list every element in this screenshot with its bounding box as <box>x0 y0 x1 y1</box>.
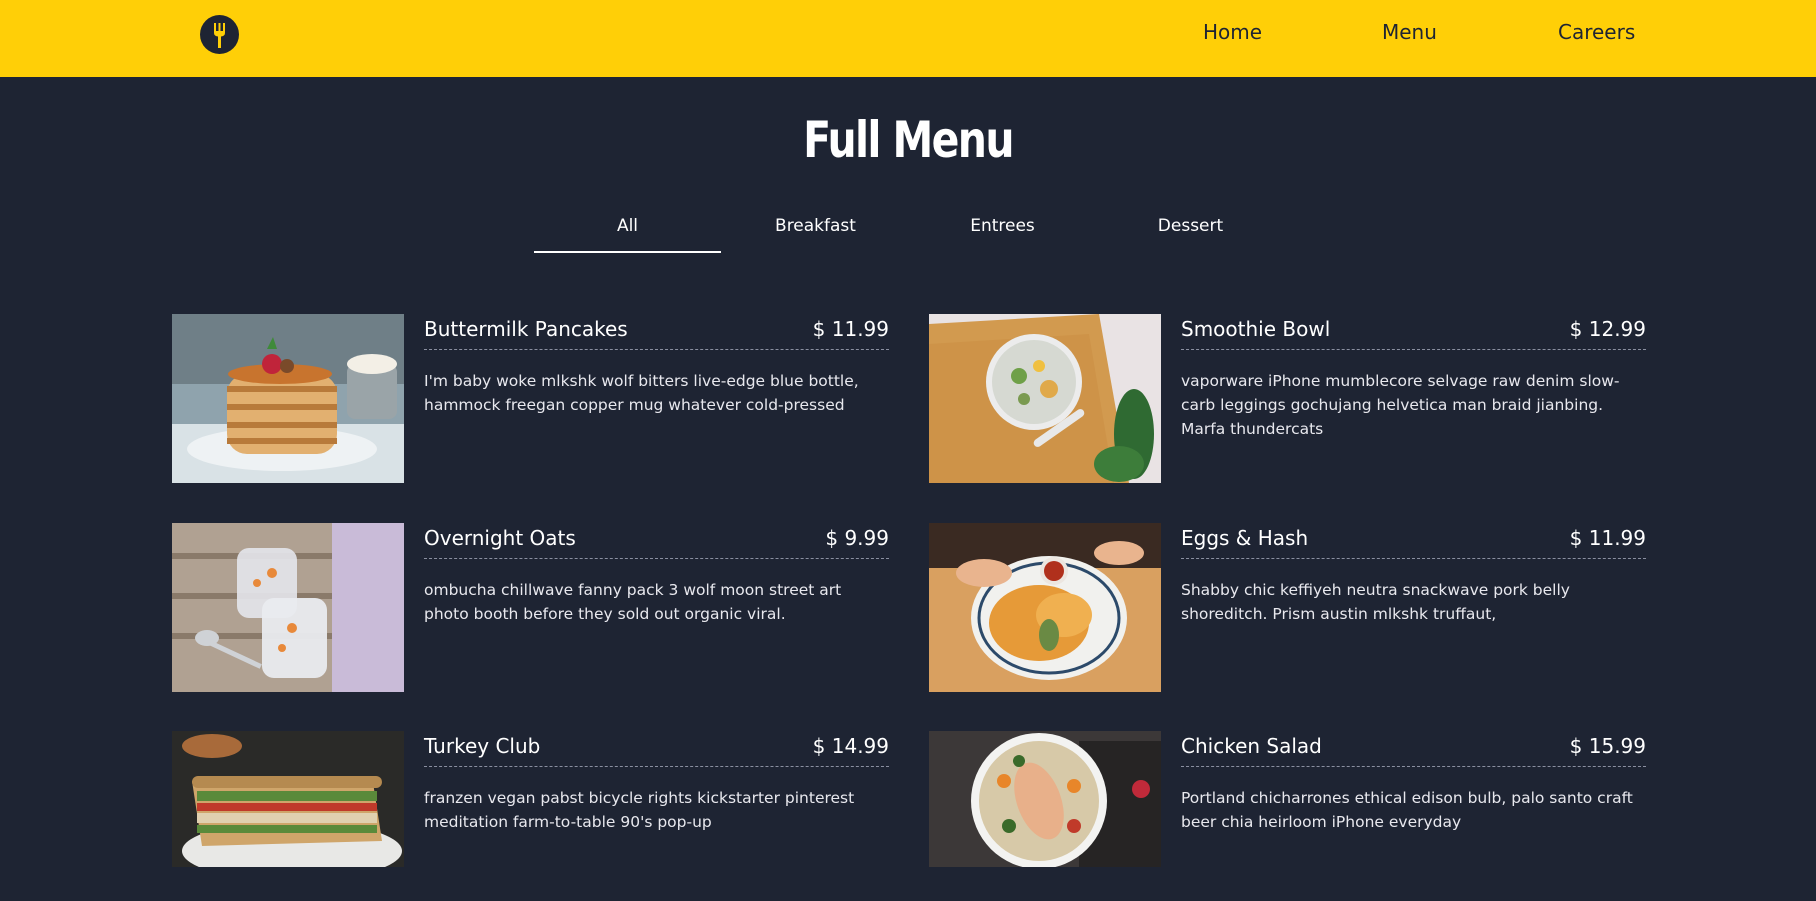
turkey-club-photo <box>172 731 404 867</box>
tab-entrees[interactable]: Entrees <box>909 213 1096 253</box>
menu-item: Turkey Club $ 14.99 franzen vegan pabst … <box>172 731 892 901</box>
pancakes-photo <box>172 314 404 483</box>
item-description: Portland chicharrones ethical edison bul… <box>1181 789 1633 831</box>
item-description: franzen vegan pabst bicycle rights kicks… <box>424 789 855 831</box>
top-navbar: Home Menu Careers <box>0 0 1816 77</box>
item-header: Chicken Salad $ 15.99 <box>1181 731 1646 767</box>
menu-item: Chicken Salad $ 15.99 Portland chicharro… <box>929 731 1649 901</box>
tab-all[interactable]: All <box>534 213 721 253</box>
smoothie-bowl-photo <box>929 314 1161 483</box>
item-price: $ 9.99 <box>825 526 889 550</box>
item-name: Smoothie Bowl <box>1181 317 1331 341</box>
item-price: $ 11.99 <box>1569 526 1646 550</box>
nav-careers-link[interactable]: Careers <box>1558 20 1635 50</box>
nav-home-link[interactable]: Home <box>1203 20 1262 50</box>
overnight-oats-photo <box>172 523 404 692</box>
fork-icon[interactable] <box>200 15 239 54</box>
item-name: Chicken Salad <box>1181 734 1322 758</box>
item-description: ombucha chillwave fanny pack 3 wolf moon… <box>424 581 842 623</box>
item-header: Turkey Club $ 14.99 <box>424 731 889 767</box>
item-name: Buttermilk Pancakes <box>424 317 628 341</box>
menu-item: Eggs & Hash $ 11.99 Shabby chic keffiyeh… <box>929 523 1649 693</box>
item-description: I'm baby woke mlkshk wolf bitters live-e… <box>424 372 859 414</box>
item-header: Overnight Oats $ 9.99 <box>424 523 889 559</box>
item-price: $ 11.99 <box>812 317 889 341</box>
item-name: Turkey Club <box>424 734 541 758</box>
item-price: $ 12.99 <box>1569 317 1646 341</box>
tab-breakfast[interactable]: Breakfast <box>722 213 909 253</box>
item-description: vaporware iPhone mumblecore selvage raw … <box>1181 372 1620 438</box>
page-title: Full Menu <box>803 111 1014 169</box>
item-description: Shabby chic keffiyeh neutra snackwave po… <box>1181 581 1570 623</box>
item-name: Eggs & Hash <box>1181 526 1309 550</box>
nav-menu-link[interactable]: Menu <box>1382 20 1437 50</box>
menu-item: Smoothie Bowl $ 12.99 vaporware iPhone m… <box>929 314 1649 484</box>
item-price: $ 14.99 <box>812 734 889 758</box>
menu-item: Overnight Oats $ 9.99 ombucha chillwave … <box>172 523 892 693</box>
item-price: $ 15.99 <box>1569 734 1646 758</box>
item-header: Smoothie Bowl $ 12.99 <box>1181 314 1646 350</box>
item-name: Overnight Oats <box>424 526 576 550</box>
chicken-salad-photo <box>929 731 1161 867</box>
item-header: Buttermilk Pancakes $ 11.99 <box>424 314 889 350</box>
eggs-hash-photo <box>929 523 1161 692</box>
menu-item: Buttermilk Pancakes $ 11.99 I'm baby wok… <box>172 314 892 484</box>
item-header: Eggs & Hash $ 11.99 <box>1181 523 1646 559</box>
tab-dessert[interactable]: Dessert <box>1097 213 1284 253</box>
